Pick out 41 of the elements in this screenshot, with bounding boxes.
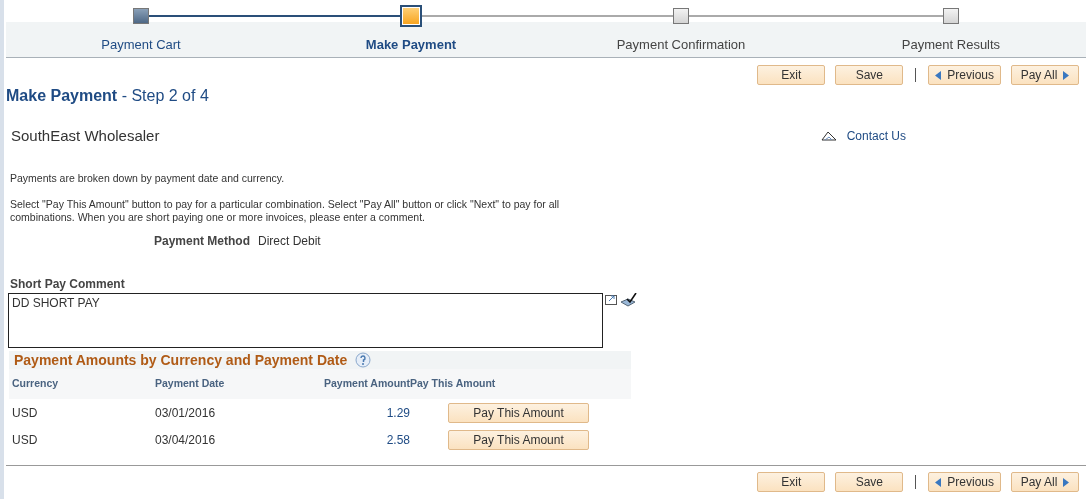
grid-title: Payment Amounts by Currency and Payment Date	[14, 352, 348, 368]
left-triangle-icon	[935, 477, 942, 487]
toolbar-button[interactable]: Save	[835, 472, 904, 492]
amount-link[interactable]: 1.29	[293, 405, 410, 420]
pay-amount-button[interactable]: Pay This Amount	[448, 429, 589, 450]
expand-icon[interactable]	[605, 293, 619, 305]
left-triangle-icon	[935, 70, 942, 80]
table-cell-text: USD	[12, 432, 39, 447]
table-cell-text: USD	[12, 405, 39, 420]
previous-button[interactable]: Previous	[928, 65, 1001, 85]
toolbar-button[interactable]: Exit	[757, 65, 826, 85]
column-header: Pay This Amount	[410, 377, 497, 389]
customer-name: SouthEast Wholesaler	[11, 127, 160, 144]
help-icon[interactable]	[355, 352, 372, 368]
intro-text: Payments are broken down by payment date and currency.	[10, 172, 286, 185]
next-button[interactable]: Pay All	[1011, 472, 1079, 492]
pay-amount-button[interactable]: Pay This Amount	[448, 402, 589, 423]
column-header: Currency	[12, 377, 60, 389]
step-label: Payment Confirmation	[616, 37, 746, 52]
previous-button[interactable]: Previous	[928, 472, 1001, 492]
contact-link[interactable]: Contact Us	[820, 128, 906, 143]
table-cell-text: 03/01/2016	[155, 405, 217, 420]
table-cell-text: 03/04/2016	[155, 432, 217, 447]
spellcheck-icon[interactable]	[620, 293, 637, 307]
comment-field[interactable]: DD SHORT PAY	[8, 293, 603, 348]
instructions-text: Select "Pay This Amount" button to pay for a particular combination. Select "Pay All" button or click "Next" to pay for all combinations. When you are short paying one or more invoices, please enter a comment.	[10, 198, 561, 224]
step-label[interactable]: Payment Cart	[101, 37, 181, 52]
field-label: Short Pay Comment	[10, 277, 126, 291]
column-header: Payment Date	[155, 377, 226, 389]
column-header: Payment Amount	[323, 377, 410, 389]
page-title: Make Payment - Step 2 of 4	[6, 87, 210, 105]
field-value: Direct Debit	[258, 234, 321, 248]
toolbar-button[interactable]: Exit	[757, 472, 826, 492]
field-label: Payment Method	[154, 234, 250, 248]
step-label: Payment Results	[901, 37, 1001, 52]
right-triangle-icon	[1063, 477, 1070, 487]
next-button[interactable]: Pay All	[1011, 65, 1079, 85]
right-triangle-icon	[1063, 70, 1070, 80]
toolbar-button[interactable]: Save	[835, 65, 904, 85]
step-label: Make Payment	[365, 37, 457, 52]
amount-link[interactable]: 2.58	[293, 432, 410, 447]
